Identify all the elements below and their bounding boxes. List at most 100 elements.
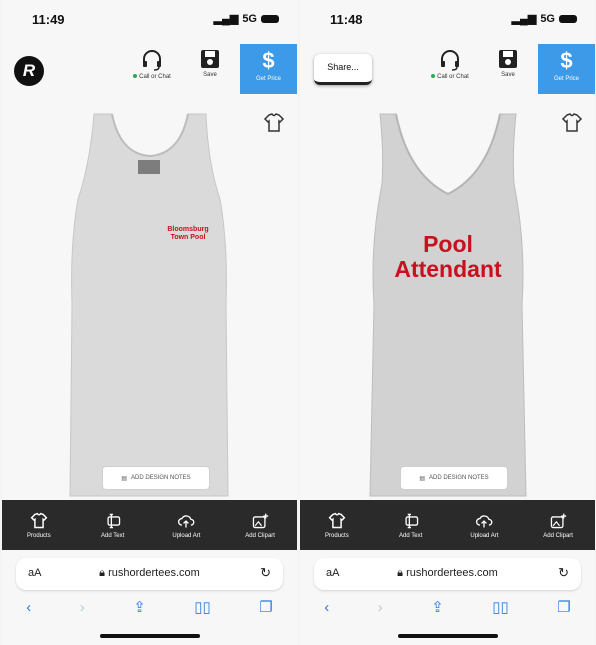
- upload-art-button[interactable]: Upload Art: [156, 512, 216, 539]
- status-bar: 11:49 ▂▄▆ 5G: [2, 0, 297, 44]
- notes-icon: ▤: [121, 475, 127, 482]
- cloud-upload-icon: [178, 514, 195, 528]
- add-text-label: Add Text: [399, 532, 423, 539]
- signal-bars-icon: ▂▄▆: [213, 13, 239, 25]
- call-or-chat-button[interactable]: Call or Chat: [425, 48, 475, 80]
- design-toolbar: Products Add Text Upload Art Add Clipart: [300, 500, 595, 550]
- call-label: Call or Chat: [437, 74, 469, 80]
- add-image-icon: [550, 513, 567, 528]
- notes-label: ADD DESIGN NOTES: [428, 475, 489, 481]
- get-price-label: Get Price: [255, 76, 281, 82]
- call-or-chat-button[interactable]: Call or Chat: [127, 48, 177, 80]
- share-icon[interactable]: ⇪: [133, 598, 146, 616]
- battery-icon: [261, 14, 279, 23]
- save-button[interactable]: Save: [185, 48, 235, 78]
- tank-top-back-image: [369, 113, 527, 497]
- phone-screen-back: 11:48 ▂▄▆ 5G Share... Call or Chat Save …: [300, 0, 595, 645]
- notes-label: ADD DESIGN NOTES: [130, 475, 191, 481]
- change-product-icon[interactable]: [561, 112, 583, 139]
- add-text-button[interactable]: Add Text: [381, 512, 441, 539]
- lock-icon: 🔒︎: [397, 567, 404, 579]
- bookmarks-icon[interactable]: ▯▯: [492, 598, 509, 616]
- dollar-icon: $: [262, 48, 275, 73]
- get-price-label: Get Price: [553, 76, 579, 82]
- url-text: 🔒︎ rushordertees.com: [99, 567, 200, 579]
- online-dot: [431, 74, 436, 79]
- safari-toolbar: ‹ › ⇪ ▯▯ ❐: [300, 594, 595, 620]
- forward-icon[interactable]: ›: [80, 599, 85, 616]
- clock: 11:48: [330, 12, 363, 27]
- design-canvas[interactable]: Pool Attendant ▤ ADD DESIGN NOTES: [300, 104, 595, 500]
- status-bar: 11:48 ▂▄▆ 5G: [300, 0, 595, 44]
- products-button[interactable]: Products: [307, 512, 367, 539]
- back-print-line1: Pool: [423, 231, 473, 257]
- back-print-text[interactable]: Pool Attendant: [380, 232, 516, 282]
- add-clipart-button[interactable]: Add Clipart: [528, 512, 588, 539]
- add-text-button[interactable]: Add Text: [83, 512, 143, 539]
- add-clipart-label: Add Clipart: [543, 532, 573, 539]
- tshirt-icon: [30, 512, 48, 528]
- tshirt-icon: [263, 113, 285, 132]
- signal-indicator: ▂▄▆ 5G: [512, 12, 577, 25]
- clock: 11:49: [32, 12, 65, 27]
- notes-icon: ▤: [419, 475, 425, 482]
- add-text-label: Add Text: [101, 532, 125, 539]
- back-icon[interactable]: ‹: [324, 599, 329, 616]
- cloud-upload-icon: [476, 514, 493, 528]
- text-cursor-icon: [107, 513, 120, 528]
- headset-icon: [143, 50, 161, 71]
- bookmarks-icon[interactable]: ▯▯: [194, 598, 211, 616]
- get-price-button[interactable]: $ Get Price: [538, 44, 595, 94]
- dollar-icon: $: [560, 48, 573, 73]
- products-label: Products: [27, 532, 51, 539]
- share-icon[interactable]: ⇪: [431, 598, 444, 616]
- tshirt-icon: [328, 512, 346, 528]
- address-bar[interactable]: aA 🔒︎ rushordertees.com ↻: [314, 558, 581, 590]
- share-popup-button[interactable]: Share...: [314, 54, 372, 85]
- products-label: Products: [325, 532, 349, 539]
- back-print-line2: Attendant: [394, 256, 502, 282]
- headset-icon: [441, 50, 459, 71]
- brand-logo[interactable]: R: [14, 56, 44, 86]
- home-indicator: [100, 634, 200, 638]
- reload-icon[interactable]: ↻: [558, 565, 569, 581]
- add-clipart-button[interactable]: Add Clipart: [230, 512, 290, 539]
- front-print-text[interactable]: Bloomsburg Town Pool: [160, 226, 216, 242]
- signal-bars-icon: ▂▄▆: [511, 13, 537, 25]
- add-design-notes-button[interactable]: ▤ ADD DESIGN NOTES: [400, 466, 508, 490]
- signal-indicator: ▂▄▆ 5G: [214, 12, 279, 25]
- add-design-notes-button[interactable]: ▤ ADD DESIGN NOTES: [102, 466, 210, 490]
- network-label: 5G: [242, 12, 257, 25]
- forward-icon[interactable]: ›: [378, 599, 383, 616]
- floppy-disk-icon: [201, 50, 219, 68]
- network-label: 5G: [540, 12, 555, 25]
- app-header: R Call or Chat Save $ Get Price: [2, 44, 297, 104]
- tabs-icon[interactable]: ❐: [259, 598, 272, 616]
- phone-screen-front: 11:49 ▂▄▆ 5G R Call or Chat Save $ Get P…: [2, 0, 297, 645]
- safari-toolbar: ‹ › ⇪ ▯▯ ❐: [2, 594, 297, 620]
- add-image-icon: [252, 513, 269, 528]
- upload-art-button[interactable]: Upload Art: [454, 512, 514, 539]
- products-button[interactable]: Products: [9, 512, 69, 539]
- get-price-button[interactable]: $ Get Price: [240, 44, 297, 94]
- add-clipart-label: Add Clipart: [245, 532, 275, 539]
- app-header: Share... Call or Chat Save $ Get Price: [300, 44, 595, 104]
- design-toolbar: Products Add Text Upload Art Add Clipart: [2, 500, 297, 550]
- online-dot: [133, 74, 138, 79]
- address-bar[interactable]: aA 🔒︎ rushordertees.com ↻: [16, 558, 283, 590]
- save-label: Save: [203, 72, 217, 78]
- save-button[interactable]: Save: [483, 48, 533, 78]
- change-product-icon[interactable]: [263, 112, 285, 139]
- back-icon[interactable]: ‹: [26, 599, 31, 616]
- save-label: Save: [501, 72, 515, 78]
- tabs-icon[interactable]: ❐: [557, 598, 570, 616]
- design-canvas[interactable]: Bloomsburg Town Pool ▤ ADD DESIGN NOTES: [2, 104, 297, 500]
- tank-top-front-image: [69, 113, 229, 497]
- reload-icon[interactable]: ↻: [260, 565, 271, 581]
- upload-art-label: Upload Art: [470, 532, 499, 539]
- battery-icon: [559, 14, 577, 23]
- text-cursor-icon: [405, 513, 418, 528]
- tshirt-icon: [561, 113, 583, 132]
- call-label: Call or Chat: [139, 74, 171, 80]
- url-text: 🔒︎ rushordertees.com: [397, 567, 498, 579]
